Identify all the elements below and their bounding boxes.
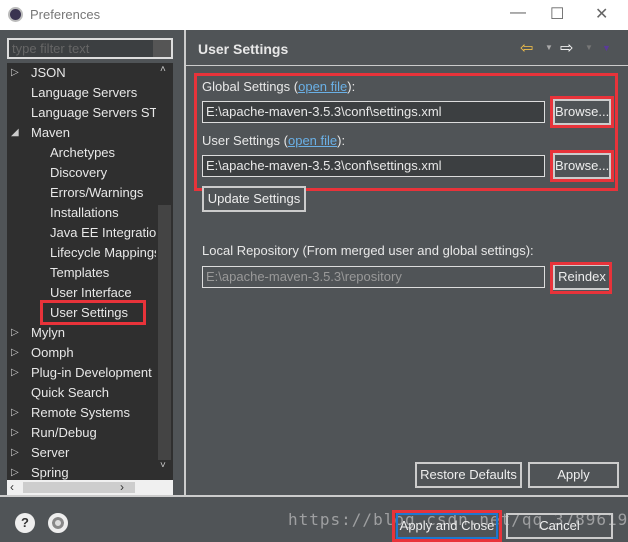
back-arrow-icon[interactable]: ⇦ — [520, 38, 533, 58]
local-repository-label: Local Repository (From merged user and g… — [202, 243, 534, 258]
tree-item[interactable]: ▷ Server — [7, 443, 157, 463]
minimize-button[interactable]: — — [510, 4, 526, 22]
tree-item-label: Mylyn — [31, 325, 65, 340]
hscroll-thumb[interactable] — [23, 482, 135, 493]
tree-item-label: Plug-in Development — [31, 365, 152, 380]
tree-item-label: Remote Systems — [31, 405, 130, 420]
tree-item[interactable]: ▷ Remote Systems — [7, 403, 157, 423]
global-settings-label: Global Settings (open file): — [202, 79, 356, 94]
tree-item[interactable]: ▷ Spring — [7, 463, 157, 480]
tree-item[interactable]: ◢ Maven — [7, 123, 157, 143]
cancel-button[interactable]: Cancel — [506, 513, 613, 539]
tree-item[interactable]: Templates — [7, 263, 157, 283]
highlight-box — [392, 510, 502, 542]
scroll-left-icon[interactable]: ‹ — [10, 480, 14, 494]
scrollbar-thumb[interactable] — [158, 205, 171, 460]
user-settings-label: User Settings (open file): — [202, 133, 346, 148]
tree-item-label: Maven — [31, 125, 71, 140]
expand-arrow-icon[interactable]: ▷ — [11, 343, 19, 363]
window-title: Preferences — [30, 7, 101, 22]
user-open-file-link[interactable]: open file — [288, 133, 337, 148]
tree-item-label: Quick Search — [31, 385, 110, 400]
update-settings-button[interactable]: Update Settings — [202, 186, 306, 212]
expand-arrow-icon[interactable]: ▷ — [11, 363, 19, 383]
scroll-right-icon[interactable]: › — [120, 480, 124, 494]
tree-item[interactable]: Errors/Warnings — [7, 183, 157, 203]
forward-menu-icon[interactable]: ▼ — [585, 43, 593, 52]
expand-arrow-icon[interactable]: ▷ — [11, 463, 19, 480]
view-menu-icon[interactable]: ▼ — [602, 43, 611, 53]
tree-item[interactable]: User Settings — [7, 300, 157, 325]
tree-item-label: Language Servers STS — [31, 105, 167, 120]
tree-item[interactable]: Archetypes — [7, 143, 157, 163]
global-open-file-link[interactable]: open file — [298, 79, 347, 94]
tree-item-label: Discovery — [50, 165, 108, 180]
apply-button[interactable]: Apply — [528, 462, 619, 488]
collapse-arrow-icon[interactable]: ◢ — [11, 123, 19, 143]
tree-item[interactable]: Lifecycle Mappings — [7, 243, 161, 263]
tree-item-label: Server — [31, 445, 70, 460]
tree-item-label: Language Servers — [31, 85, 138, 100]
tree-item-label: Errors/Warnings — [50, 185, 144, 200]
global-settings-field[interactable]: E:\apache-maven-3.5.3\conf\settings.xml — [202, 101, 545, 123]
user-settings-field[interactable]: E:\apache-maven-3.5.3\conf\settings.xml — [202, 155, 545, 177]
local-repository-field: E:\apache-maven-3.5.3\repository — [202, 266, 545, 288]
tree-item-label: Java EE Integration — [50, 225, 164, 240]
tree-item-label: Archetypes — [50, 145, 116, 160]
tree-item-label: Run/Debug — [31, 425, 97, 440]
import-export-icon[interactable] — [48, 513, 68, 533]
tree-item-label: Spring — [31, 465, 69, 480]
tree-item[interactable]: ▷ Oomph — [7, 343, 157, 363]
tree-item[interactable]: Quick Search — [7, 383, 157, 403]
tree-item[interactable]: ▷ JSON — [7, 63, 157, 83]
highlight-box — [550, 150, 614, 182]
maximize-button[interactable]: ☐ — [550, 4, 564, 24]
divider — [184, 30, 186, 495]
highlight-box — [550, 96, 614, 128]
tree-item[interactable]: Language Servers STS — [7, 103, 166, 123]
help-icon[interactable]: ? — [15, 513, 35, 533]
tree-item-label: Installations — [50, 205, 119, 220]
tree-item[interactable]: Java EE Integration — [7, 223, 163, 243]
title-bar: Preferences — ☐ ✕ — [0, 0, 628, 30]
restore-defaults-button[interactable]: Restore Defaults — [415, 462, 522, 488]
highlight-box — [40, 300, 146, 325]
tree-item[interactable]: Installations — [7, 203, 157, 223]
tree-item[interactable]: Discovery — [7, 163, 157, 183]
app-icon — [8, 7, 23, 22]
divider — [0, 495, 628, 497]
expand-arrow-icon[interactable]: ▷ — [11, 423, 19, 443]
expand-arrow-icon[interactable]: ▷ — [11, 63, 19, 83]
tree-item-label: Lifecycle Mappings — [50, 245, 161, 260]
expand-arrow-icon[interactable]: ▷ — [11, 323, 19, 343]
forward-arrow-icon[interactable]: ⇨ — [560, 38, 573, 58]
filter-input[interactable]: type filter text — [7, 38, 173, 59]
tree-item-label: Oomph — [31, 345, 74, 360]
page-title: User Settings — [198, 41, 289, 57]
preference-tree: ▷ JSON Language Servers Language Servers ST… — [7, 63, 173, 480]
tree-item[interactable]: ▷ Mylyn — [7, 323, 157, 343]
close-button[interactable]: ✕ — [595, 4, 608, 24]
expand-arrow-icon[interactable]: ▷ — [11, 443, 19, 463]
tree-item-label: Templates — [50, 265, 110, 280]
scroll-up-icon[interactable]: ˄ — [160, 64, 166, 75]
divider — [186, 65, 628, 66]
expand-arrow-icon[interactable]: ▷ — [11, 403, 19, 423]
highlight-box — [550, 262, 612, 294]
tree-item[interactable]: ▷ Run/Debug — [7, 423, 157, 443]
tree-item[interactable]: Language Servers — [7, 83, 157, 103]
tree-item-label: JSON — [31, 65, 66, 80]
scroll-down-icon[interactable]: ˅ — [160, 460, 166, 471]
back-menu-icon[interactable]: ▼ — [545, 43, 553, 52]
tree-item[interactable]: ▷ Plug-in Development — [7, 363, 157, 383]
